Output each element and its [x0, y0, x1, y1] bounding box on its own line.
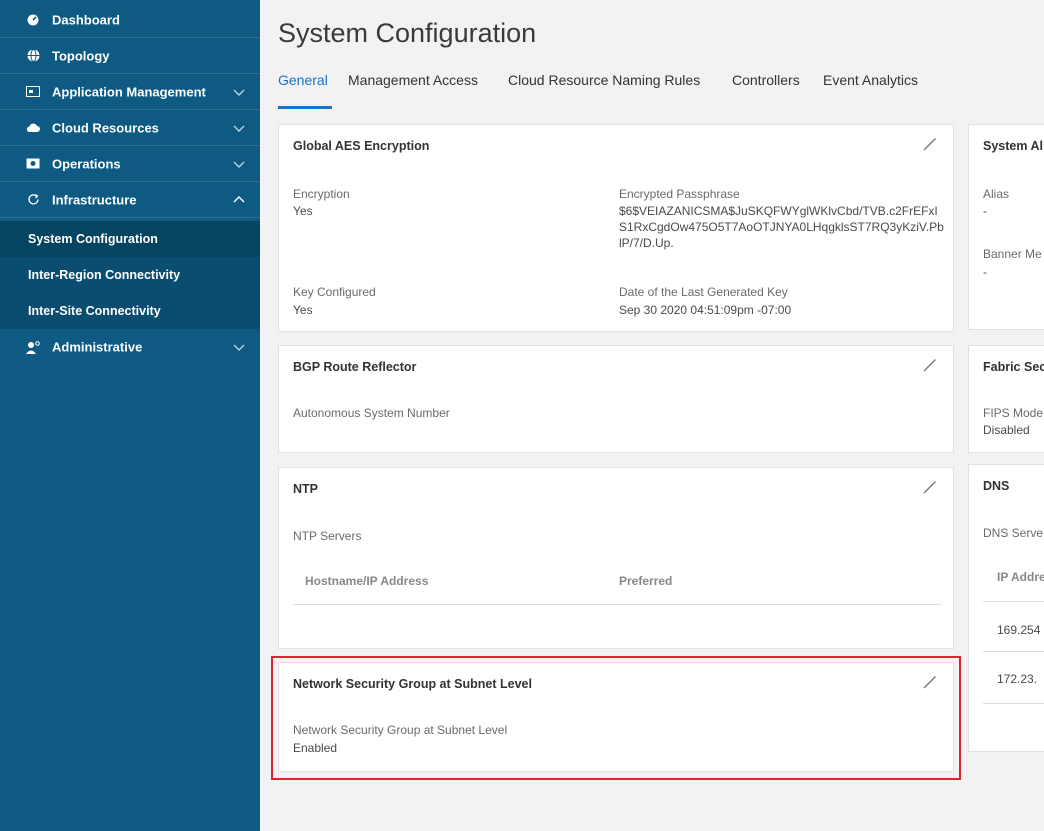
fips-mode-value: Disabled — [983, 423, 1030, 437]
sidebar-subitem-inter-site-connectivity[interactable]: Inter-Site Connectivity — [0, 293, 260, 329]
chevron-down-icon — [233, 125, 245, 132]
encryption-label: Encryption — [293, 187, 350, 201]
sidebar-subitem-label: Inter-Region Connectivity — [28, 268, 181, 282]
sidebar-subitem-label: Inter-Site Connectivity — [28, 304, 161, 318]
sidebar-item-label: Cloud Resources — [52, 120, 159, 135]
table-row[interactable]: 172.23. — [997, 671, 1037, 687]
dashboard-icon — [26, 13, 40, 27]
card-title: Global AES Encryption — [293, 139, 430, 153]
chevron-down-icon — [233, 89, 245, 96]
card-title: Fabric Sec — [983, 360, 1044, 374]
sidebar-item-infrastructure[interactable]: Infrastructure — [0, 182, 260, 218]
ntp-servers-label: NTP Servers — [293, 529, 362, 543]
sidebar-item-label: Operations — [52, 156, 121, 171]
sidebar-item-label: Application Management — [52, 84, 206, 99]
tab-event-analytics[interactable]: Event Analytics — [823, 72, 918, 110]
table-divider — [983, 651, 1044, 652]
sidebar-subitem-label: System Configuration — [28, 232, 158, 246]
chevron-down-icon — [233, 344, 245, 351]
refresh-icon — [26, 193, 40, 207]
card-bgp-route-reflector: BGP Route Reflector Autonomous System Nu… — [278, 345, 954, 453]
table-divider — [983, 601, 1044, 602]
card-dns: DNS DNS Serve IP Addre 169.254 172.23. — [968, 464, 1044, 752]
tab-bar: General Management Access Cloud Resource… — [260, 72, 1044, 110]
sidebar-subitem-system-configuration[interactable]: System Configuration — [0, 221, 260, 257]
sidebar-item-application-management[interactable]: Application Management — [0, 74, 260, 110]
key-configured-label: Key Configured — [293, 285, 376, 299]
table-divider — [983, 703, 1044, 704]
sidebar-item-topology[interactable]: Topology — [0, 38, 260, 74]
sidebar-item-cloud-resources[interactable]: Cloud Resources — [0, 110, 260, 146]
active-tab-indicator — [278, 106, 332, 109]
sidebar-item-label: Dashboard — [52, 12, 120, 27]
main-content: System Configuration General Management … — [260, 0, 1044, 831]
sidebar-item-dashboard[interactable]: Dashboard — [0, 2, 260, 38]
edit-pencil-icon[interactable] — [921, 356, 939, 374]
edit-pencil-icon[interactable] — [921, 478, 939, 496]
cloud-icon — [26, 121, 40, 135]
encryption-value: Yes — [293, 204, 313, 218]
page-title: System Configuration — [278, 18, 537, 48]
card-title: BGP Route Reflector — [293, 360, 417, 374]
tab-management-access[interactable]: Management Access — [348, 72, 478, 110]
fips-mode-label: FIPS Mode — [983, 406, 1044, 420]
edit-pencil-icon[interactable] — [921, 673, 939, 691]
card-ntp: NTP NTP Servers Hostname/IP Address Pref… — [278, 467, 954, 649]
banner-message-value: - — [983, 265, 987, 279]
sidebar: Dashboard Topology Application Managemen… — [0, 0, 260, 831]
sidebar-item-label: Administrative — [52, 339, 143, 355]
sidebar-subitem-inter-region-connectivity[interactable]: Inter-Region Connectivity — [0, 257, 260, 293]
chevron-up-icon — [233, 195, 245, 202]
chevron-down-icon — [233, 161, 245, 168]
table-header-hostname[interactable]: Hostname/IP Address — [305, 574, 428, 588]
encrypted-passphrase-value: $6$VEIAZANICSMA$JuSKQFWYglWKlvCbd/TVB.c2… — [619, 204, 944, 250]
tab-cloud-resource-naming-rules[interactable]: Cloud Resource Naming Rules — [508, 72, 700, 110]
sidebar-item-label: Topology — [52, 48, 110, 63]
card-network-security-group: Network Security Group at Subnet Level N… — [278, 662, 954, 772]
sidebar-item-operations[interactable]: Operations — [0, 146, 260, 182]
key-configured-value: Yes — [293, 303, 313, 317]
table-row[interactable]: 169.254 — [997, 622, 1040, 638]
tab-controllers[interactable]: Controllers — [732, 72, 800, 110]
sidebar-item-label: Infrastructure — [52, 192, 137, 207]
banner-message-label: Banner Me — [983, 247, 1042, 261]
globe-icon — [26, 49, 40, 63]
alias-label: Alias — [983, 187, 1010, 201]
sidebar-item-administrative[interactable]: Administrative — [0, 329, 260, 365]
last-generated-key-label: Date of the Last Generated Key — [619, 285, 788, 299]
alias-value: - — [983, 204, 987, 218]
autonomous-system-number-label: Autonomous System Number — [293, 406, 450, 420]
tab-general[interactable]: General — [278, 72, 328, 110]
table-divider — [293, 604, 941, 605]
nsg-field-label: Network Security Group at Subnet Level — [293, 723, 508, 737]
edit-pencil-icon[interactable] — [921, 135, 939, 153]
table-header-ip-address[interactable]: IP Addre — [997, 570, 1044, 584]
card-fabric-security: Fabric Sec FIPS Mode Disabled — [968, 345, 1044, 453]
card-title: System Al — [983, 139, 1043, 153]
card-system-alias: System Al Alias - Banner Me - — [968, 124, 1044, 330]
card-title: DNS — [983, 479, 1010, 493]
card-global-aes-encryption: Global AES Encryption Encryption Yes Enc… — [278, 124, 954, 332]
encrypted-passphrase-label: Encrypted Passphrase — [619, 187, 740, 201]
table-header-preferred[interactable]: Preferred — [619, 574, 672, 588]
card-title: Network Security Group at Subnet Level — [293, 677, 532, 691]
nsg-field-value: Enabled — [293, 741, 338, 755]
admin-user-icon — [26, 340, 40, 354]
window-icon — [26, 85, 40, 99]
last-generated-key-value: Sep 30 2020 04:51:09pm -07:00 — [619, 303, 792, 317]
dns-servers-label: DNS Serve — [983, 526, 1044, 540]
gear-icon — [26, 157, 40, 171]
card-title: NTP — [293, 482, 318, 496]
